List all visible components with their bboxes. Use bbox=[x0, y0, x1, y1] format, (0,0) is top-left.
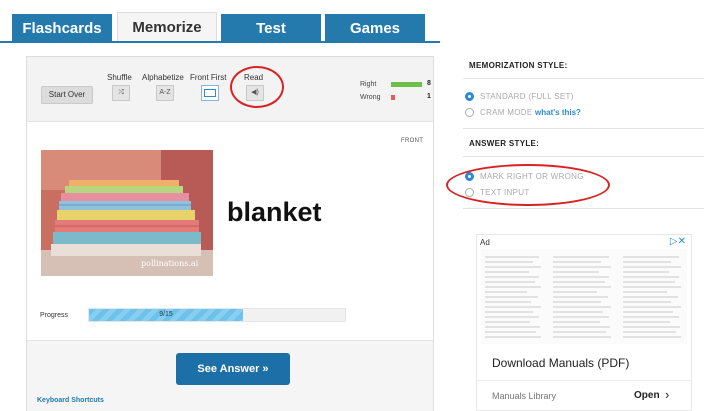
alphabetize-label: Alphabetize bbox=[142, 73, 184, 82]
ad-divider bbox=[477, 380, 691, 381]
alphabetize-button[interactable]: A-Z bbox=[156, 85, 174, 101]
ad-open-button[interactable]: Open bbox=[634, 390, 660, 401]
cram-mode-option[interactable]: CRAM MODE what's this? bbox=[480, 108, 581, 117]
answer-style-heading: ANSWER STYLE: bbox=[469, 139, 540, 148]
wrong-count: 1 bbox=[427, 93, 431, 100]
memorization-style-heading: MEMORIZATION STYLE: bbox=[469, 61, 568, 70]
memorize-panel: Start Over Shuffle ⤮ Alphabetize A-Z Fro… bbox=[26, 56, 434, 411]
ad-source: Manuals Library bbox=[492, 391, 557, 401]
right-bar bbox=[391, 82, 422, 87]
image-watermark: pollinations.ai bbox=[141, 259, 199, 268]
cram-mode-label: CRAM MODE bbox=[480, 108, 533, 117]
standard-option-label[interactable]: STANDARD (FULL SET) bbox=[480, 92, 574, 101]
annotation-circle-read bbox=[230, 66, 284, 108]
shuffle-icon: ⤮ bbox=[118, 89, 124, 96]
see-answer-button[interactable]: See Answer » bbox=[176, 353, 290, 385]
tab-flashcards[interactable]: Flashcards bbox=[12, 14, 112, 42]
tab-games[interactable]: Games bbox=[325, 14, 425, 42]
front-first-button[interactable] bbox=[201, 85, 219, 101]
chevron-right-icon: › bbox=[665, 387, 670, 402]
card-flip-icon bbox=[204, 89, 216, 97]
right-count: 8 bbox=[427, 80, 431, 87]
cram-mode-radio[interactable] bbox=[465, 108, 474, 117]
whats-this-link[interactable]: what's this? bbox=[535, 108, 581, 117]
ad-badge: Ad bbox=[480, 238, 490, 247]
ad-title[interactable]: Download Manuals (PDF) bbox=[492, 356, 629, 370]
card-image: pollinations.ai bbox=[41, 150, 213, 276]
alphabetize-icon: A-Z bbox=[159, 89, 171, 96]
progress-bar: 9/15 bbox=[88, 308, 346, 322]
tab-bar: Flashcards Memorize Test Games bbox=[0, 0, 704, 43]
progress-fill: 9/15 bbox=[89, 309, 243, 321]
start-over-button[interactable]: Start Over bbox=[41, 86, 93, 104]
shuffle-label: Shuffle bbox=[107, 73, 132, 82]
wrong-bar bbox=[391, 95, 395, 100]
progress-label: Progress bbox=[40, 312, 69, 319]
standard-radio[interactable] bbox=[465, 92, 474, 101]
tab-underline bbox=[0, 41, 440, 43]
annotation-circle-answer-style bbox=[446, 164, 610, 206]
ad-document-preview bbox=[481, 249, 687, 344]
tab-memorize[interactable]: Memorize bbox=[117, 12, 217, 43]
divider bbox=[463, 208, 704, 209]
wrong-label: Wrong bbox=[360, 94, 381, 101]
divider bbox=[463, 156, 704, 157]
tab-test[interactable]: Test bbox=[221, 14, 321, 42]
divider bbox=[463, 128, 704, 129]
advertisement[interactable]: Ad ▷✕ Download Manuals (PDF) Manuals Lib… bbox=[476, 234, 692, 411]
keyboard-shortcuts-link[interactable]: Keyboard Shortcuts bbox=[37, 397, 104, 404]
answer-area: See Answer » Keyboard Shortcuts bbox=[27, 340, 433, 411]
ad-close-icon[interactable]: ▷✕ bbox=[670, 236, 686, 247]
card-side-label: FRONT bbox=[401, 138, 424, 144]
divider bbox=[463, 78, 704, 79]
card-word: blanket bbox=[227, 197, 322, 227]
shuffle-button[interactable]: ⤮ bbox=[112, 85, 130, 101]
front-first-label: Front First bbox=[190, 73, 227, 82]
right-label: Right bbox=[360, 81, 377, 88]
